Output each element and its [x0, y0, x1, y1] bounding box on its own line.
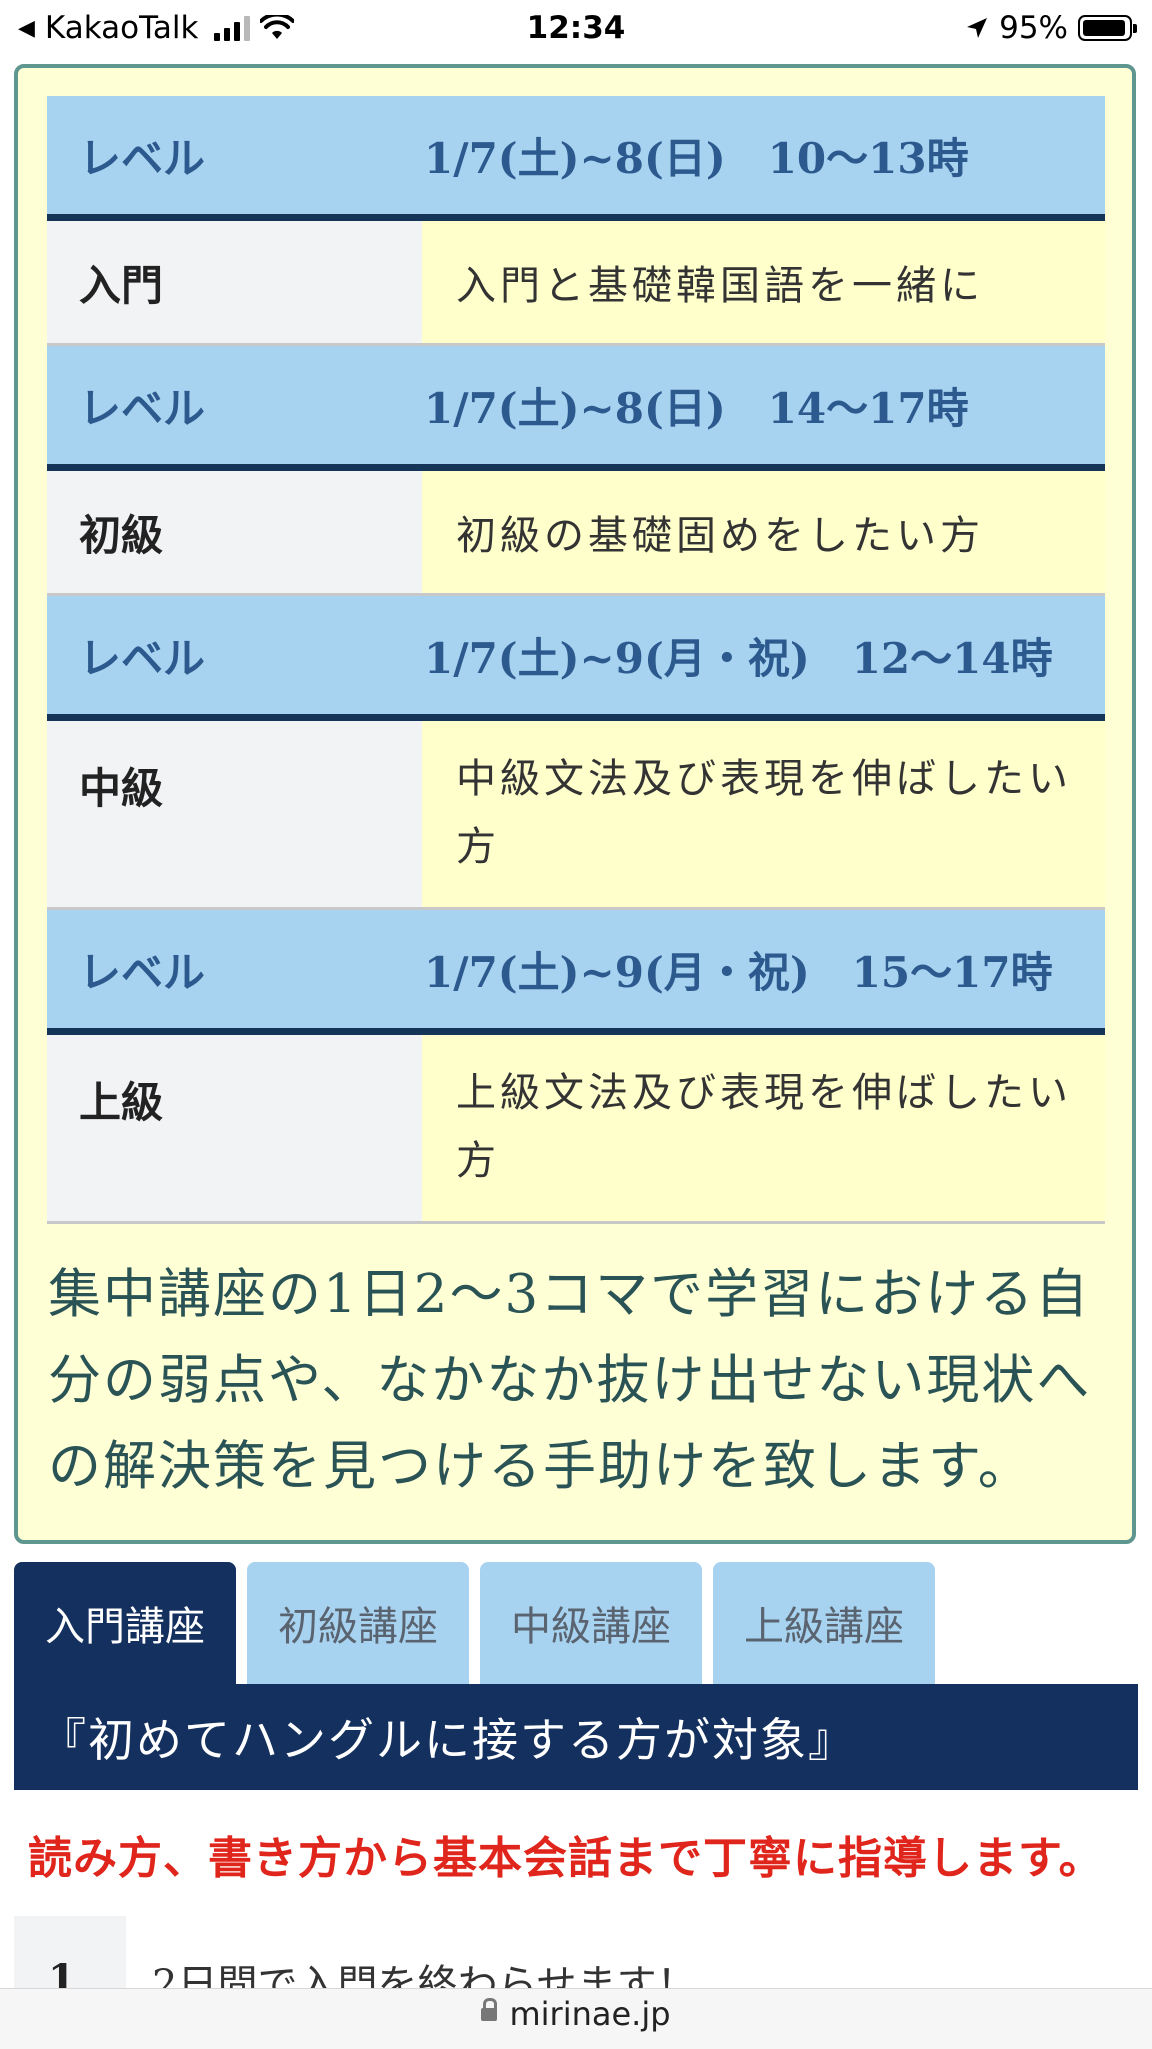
table-header-row: レベル 1/7(土)~9(月・祝) 12〜14時: [47, 596, 1105, 721]
status-bar: ◀ KakaoTalk 12:34 95%: [0, 0, 1152, 60]
level-name: 上級: [47, 1035, 422, 1221]
url-display[interactable]: mirinae.jp: [0, 1995, 1152, 2033]
location-arrow-icon: [967, 18, 988, 38]
level-description: 入門と基礎韓国語を一緒に: [422, 221, 1105, 343]
table-row: 中級 中級文法及び表現を伸ばしたい方: [47, 721, 1105, 910]
tab-elementary[interactable]: 初級講座: [247, 1562, 469, 1684]
level-name: 初級: [47, 471, 422, 593]
table-header-row: レベル 1/7(土)~8(日) 10〜13時: [47, 96, 1105, 221]
list-item: 1 2日間で入門を終わらせます！: [14, 1916, 1138, 1990]
table-header-row: レベル 1/7(土)~9(月・祝) 15〜17時: [47, 910, 1105, 1035]
level-name: 入門: [47, 221, 422, 343]
table-row: 初級 初級の基礎固めをしたい方: [47, 471, 1105, 596]
table-header-row: レベル 1/7(土)~8(日) 14〜17時: [47, 346, 1105, 471]
schedule-date: 1/7(土)~8(日) 10〜13時: [424, 133, 969, 183]
tab-advanced[interactable]: 上級講座: [713, 1562, 935, 1684]
schedule-date: 1/7(土)~8(日) 14〜17時: [424, 383, 969, 433]
battery-icon: [1078, 15, 1137, 41]
tab-beginner[interactable]: 入門講座: [14, 1562, 236, 1684]
table-row: 上級 上級文法及び表現を伸ばしたい方: [47, 1035, 1105, 1224]
course-banner: 『初めてハングルに接する方が対象』: [14, 1684, 1138, 1790]
list-number-cell: 1: [14, 1916, 126, 1990]
highlight-text: 読み方、書き方から基本会話まで丁寧に指導します。: [28, 1833, 1104, 1884]
status-right: 95%: [965, 10, 1137, 46]
schedule-table: レベル 1/7(土)~8(日) 10〜13時 入門 入門と基礎韓国語を一緒に レ…: [47, 96, 1105, 1224]
level-name: 中級: [47, 721, 422, 907]
level-header: レベル: [79, 633, 206, 683]
level-description: 初級の基礎固めをしたい方: [422, 471, 1105, 593]
table-row: 入門 入門と基礎韓国語を一緒に: [47, 221, 1105, 346]
intro-paragraph: 集中講座の1日2〜3コマで学習における自分の弱点や、なかなか抜け出せない現状への…: [48, 1264, 1092, 1497]
level-header: レベル: [79, 133, 206, 183]
lock-icon: [481, 1997, 498, 2021]
tab-intermediate[interactable]: 中級講座: [480, 1562, 702, 1684]
level-header: レベル: [79, 947, 206, 997]
level-description: 上級文法及び表現を伸ばしたい方: [422, 1035, 1105, 1221]
battery-percent: 95%: [999, 10, 1068, 46]
schedule-date: 1/7(土)~9(月・祝) 12〜14時: [424, 633, 1053, 683]
address-bar[interactable]: mirinae.jp: [0, 1988, 1152, 2049]
list-text: 2日間で入門を終わらせます！: [152, 1962, 697, 1990]
course-tabs: 入門講座 初級講座 中級講座 上級講座: [14, 1562, 935, 1684]
level-header: レベル: [79, 383, 206, 433]
list-number: 1: [48, 1956, 76, 1990]
level-description: 中級文法及び表現を伸ばしたい方: [422, 721, 1105, 907]
url-text[interactable]: mirinae.jp: [509, 1995, 670, 2033]
schedule-date: 1/7(土)~9(月・祝) 15〜17時: [424, 947, 1053, 997]
